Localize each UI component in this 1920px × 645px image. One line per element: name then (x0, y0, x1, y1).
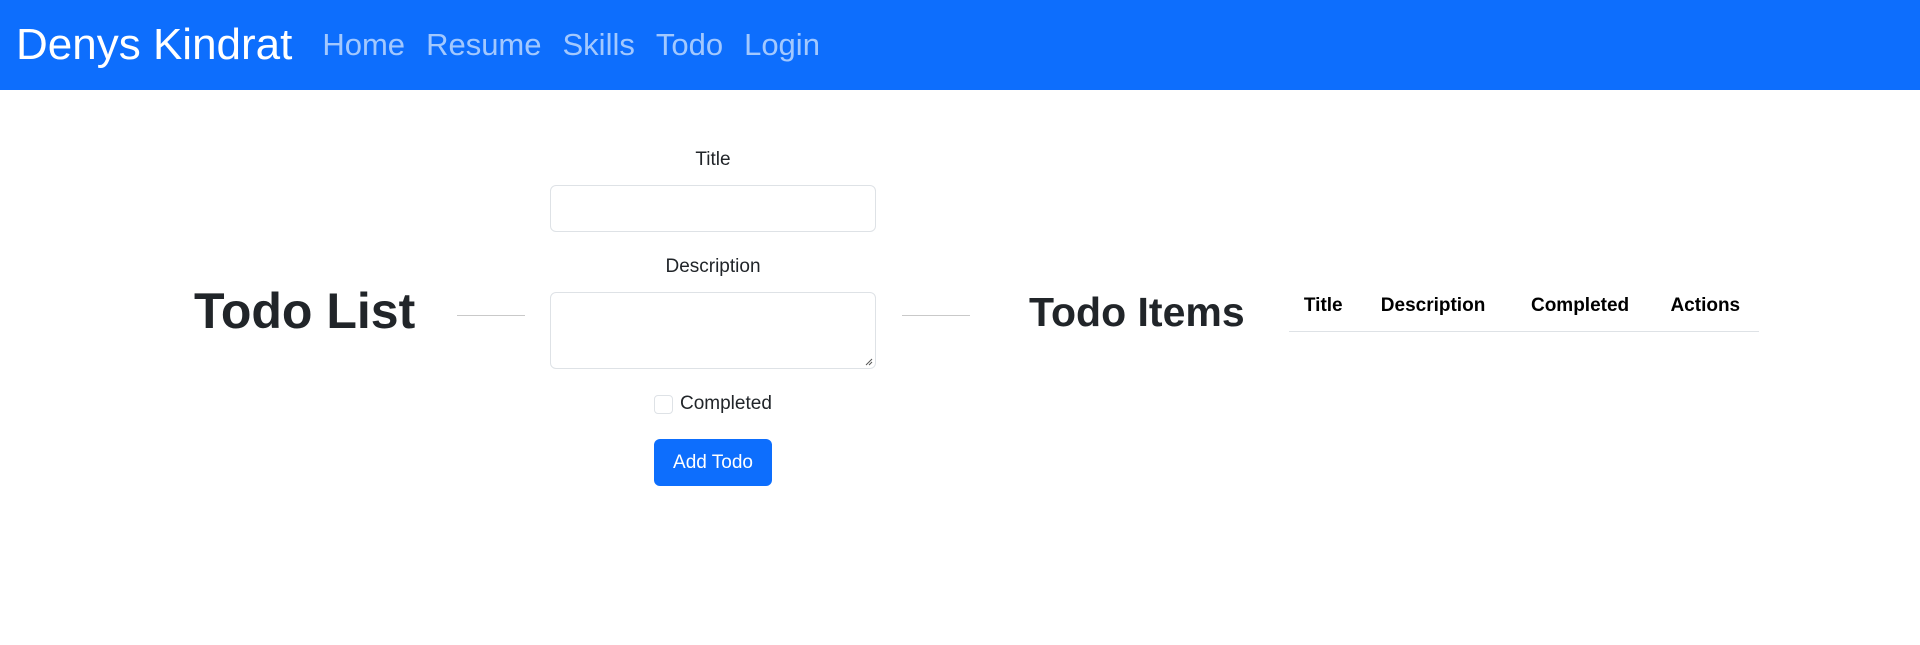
nav-link-home[interactable]: Home (322, 27, 405, 63)
resize-grip-icon[interactable] (863, 356, 873, 366)
description-label: Description (665, 256, 761, 277)
column-header-completed: Completed (1530, 295, 1630, 316)
completed-label: Completed (680, 393, 772, 414)
table-header-row: Title Description Completed Actions (1289, 285, 1759, 331)
add-todo-button[interactable]: Add Todo (654, 439, 772, 486)
column-header-title: Title (1303, 295, 1343, 316)
divider-right (902, 315, 970, 316)
title-label: Title (695, 149, 731, 170)
completed-checkbox[interactable] (654, 394, 673, 414)
description-textarea[interactable] (550, 292, 876, 369)
nav-link-skills[interactable]: Skills (563, 27, 635, 63)
nav-link-resume[interactable]: Resume (426, 27, 541, 63)
column-header-actions: Actions (1670, 295, 1741, 316)
todo-items-heading: Todo Items (1029, 289, 1245, 335)
todo-table: Title Description Completed Actions (1289, 285, 1759, 332)
todo-list-heading: Todo List (194, 283, 416, 339)
navbar: Denys Kindrat Home Resume Skills Todo Lo… (0, 0, 1920, 90)
title-input[interactable] (550, 185, 876, 232)
column-header-description: Description (1380, 295, 1486, 316)
completed-row: Completed (654, 393, 772, 415)
nav-link-todo[interactable]: Todo (656, 27, 723, 63)
brand-link[interactable]: Denys Kindrat (16, 20, 292, 70)
divider-left (457, 315, 525, 316)
nav-link-login[interactable]: Login (744, 27, 820, 63)
